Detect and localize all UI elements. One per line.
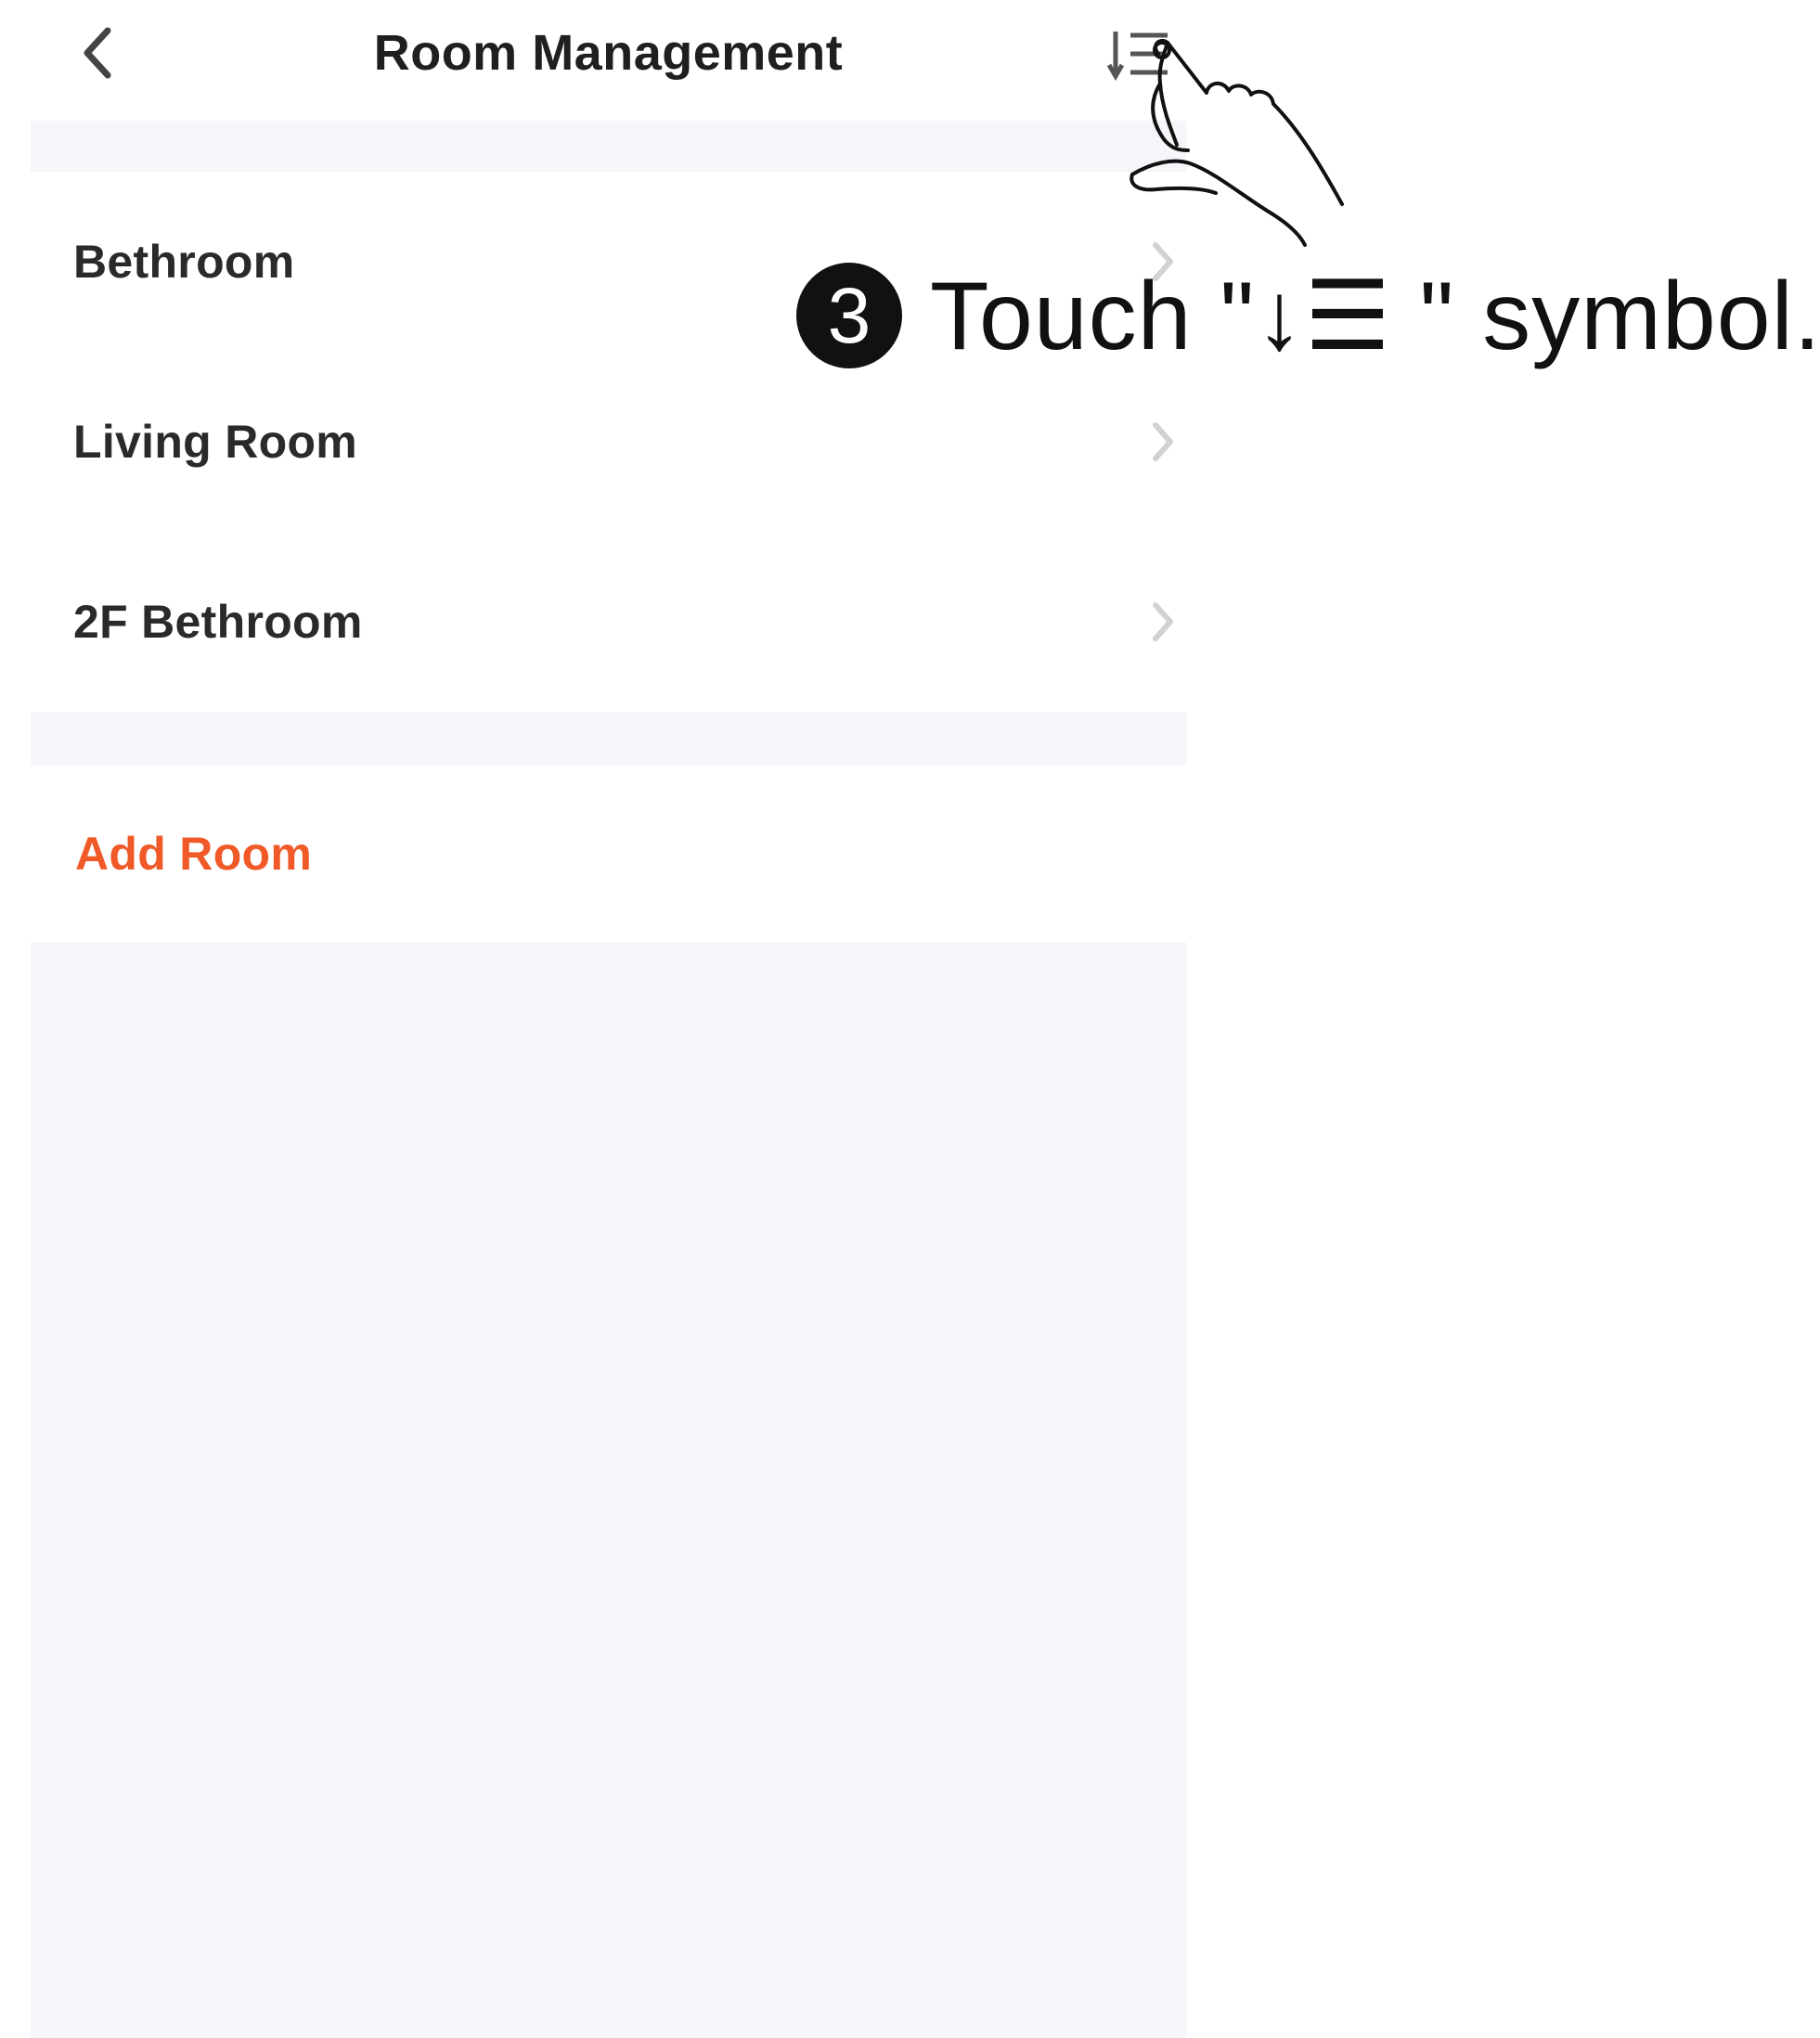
nav-bar: Room Management xyxy=(31,0,1186,121)
chevron-right-icon xyxy=(1153,422,1173,461)
room-name: 2F Bethroom xyxy=(73,596,363,648)
add-room-label: Add Room xyxy=(75,828,313,880)
room-name: Bethroom xyxy=(73,236,295,288)
instruction-annotation: 3 Touch "↓☰ " symbol. xyxy=(796,251,1820,381)
room-name: Living Room xyxy=(73,416,358,468)
page-title: Room Management xyxy=(373,25,844,81)
canvas: Room Management Bethroom Living Room 2F … xyxy=(0,0,1820,2038)
step-number-badge: 3 xyxy=(796,263,902,368)
pointing-hand-icon xyxy=(1129,38,1344,247)
chevron-right-icon xyxy=(1153,602,1173,641)
room-row-2f-bethroom[interactable]: 2F Bethroom xyxy=(31,532,1186,712)
instruction-text: Touch "↓☰ " symbol. xyxy=(930,263,1820,370)
add-room-button[interactable]: Add Room xyxy=(31,766,1186,942)
